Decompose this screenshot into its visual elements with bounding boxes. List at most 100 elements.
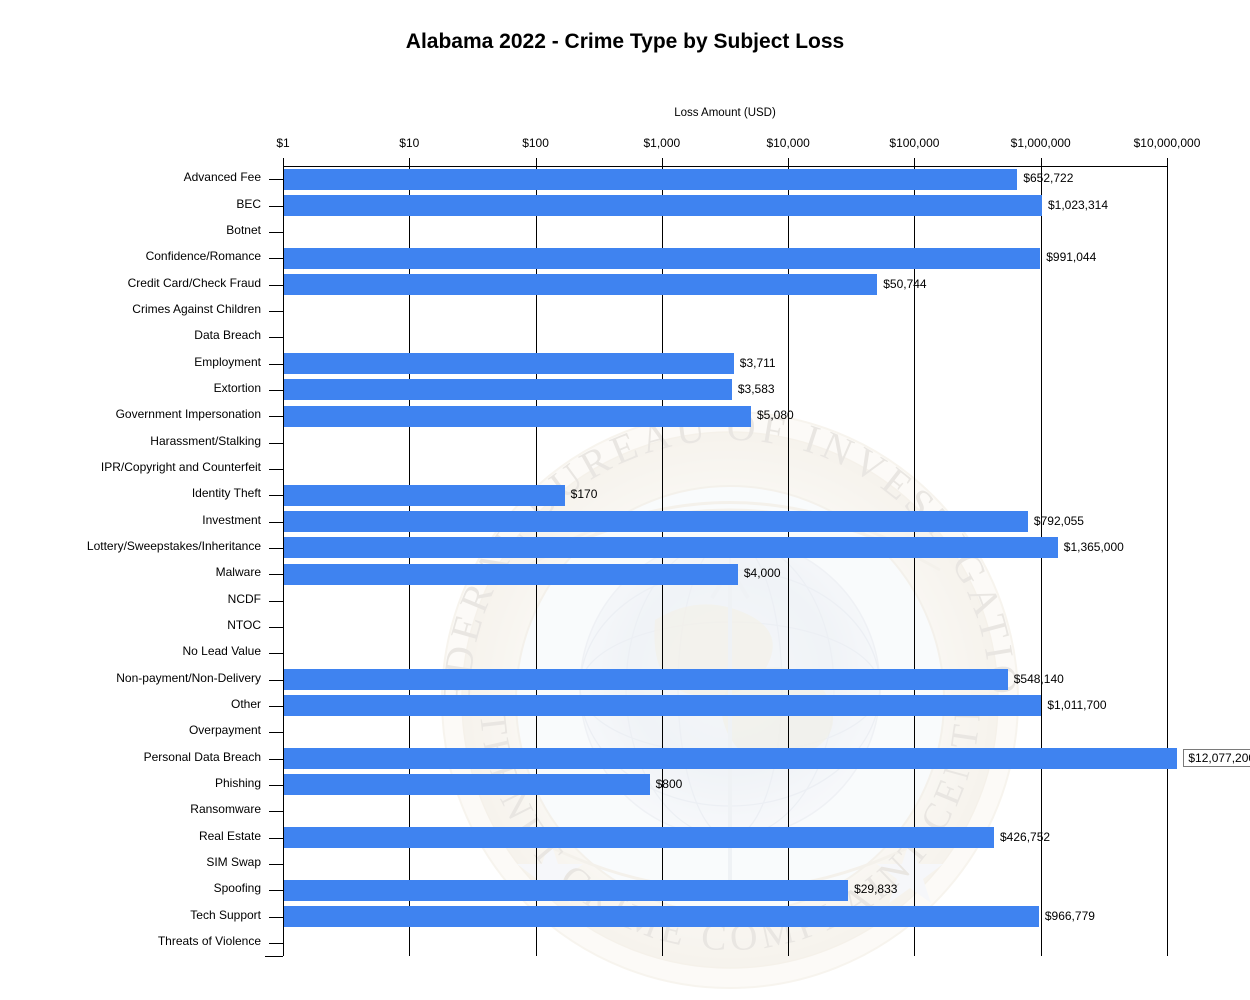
y-tick-mark xyxy=(269,837,283,839)
bar[interactable] xyxy=(283,827,994,848)
x-tick-mark xyxy=(1040,158,1042,166)
y-tick-label: Non-payment/Non-Delivery xyxy=(116,670,261,685)
bar[interactable] xyxy=(283,563,738,585)
y-tick-mark xyxy=(269,574,283,576)
bar[interactable] xyxy=(283,695,1042,717)
bar[interactable] xyxy=(283,168,1018,190)
y-tick-label: Tech Support xyxy=(190,907,261,922)
y-tick-label: Overpayment xyxy=(188,723,261,738)
y-tick-label: Data Breach xyxy=(194,328,261,343)
bar-value-label: $1,011,700 xyxy=(1047,697,1107,712)
bar[interactable] xyxy=(283,247,1041,269)
y-tick-mark xyxy=(269,811,283,813)
x-tick-label: $10,000,000 xyxy=(1133,136,1201,150)
y-tick-label: Malware xyxy=(215,565,261,580)
y-tick-label: Investment xyxy=(202,512,261,527)
y-tick-mark xyxy=(269,231,283,233)
y-tick-label: Personal Data Breach xyxy=(143,749,261,764)
y-tick-mark xyxy=(269,284,283,286)
bar-value-label: $652,722 xyxy=(1023,171,1074,186)
bar[interactable] xyxy=(283,774,650,796)
bar-value-label: $991,044 xyxy=(1046,250,1097,265)
bar-value-label: $4,000 xyxy=(743,566,781,581)
y-tick-mark xyxy=(269,758,283,760)
bar-value-label: $966,779 xyxy=(1044,908,1095,923)
y-tick-label: NCDF xyxy=(227,591,261,606)
plot-top-border xyxy=(283,166,1167,167)
x-tick-label: $1 xyxy=(276,136,290,150)
y-tick-label: Confidence/Romance xyxy=(145,249,261,264)
y-tick-mark xyxy=(269,363,283,365)
bar[interactable] xyxy=(283,379,732,401)
bar-value-label: $12,077,200 xyxy=(1183,748,1250,767)
x-tick-label: $1,000 xyxy=(643,136,681,150)
crime-loss-bar-chart: Alabama 2022 - Crime Type by Subject Los… xyxy=(0,0,1250,1000)
y-tick-mark xyxy=(269,863,283,865)
x-tick-label: $10 xyxy=(399,136,420,150)
bar[interactable] xyxy=(283,511,1028,532)
plot-area: $652,722 $1,023,314 $991,044 $50,744 $3,711 $… xyxy=(283,166,1250,956)
bar[interactable] xyxy=(283,484,565,506)
y-tick-mark xyxy=(269,547,283,549)
y-tick-mark xyxy=(269,310,283,312)
y-tick-label: No Lead Value xyxy=(182,644,261,659)
bar[interactable] xyxy=(283,274,878,295)
x-tick-label: $1,000,000 xyxy=(1010,136,1071,150)
bar[interactable] xyxy=(283,195,1042,216)
chart-title: Alabama 2022 - Crime Type by Subject Los… xyxy=(405,30,845,53)
y-tick-label: Extortion xyxy=(213,380,261,395)
y-tick-mark xyxy=(269,653,283,655)
y-tick-label: Phishing xyxy=(214,775,261,790)
y-tick-mark xyxy=(269,416,283,418)
y-tick-label: Real Estate xyxy=(198,828,261,843)
y-tick-mark xyxy=(269,942,283,944)
bar[interactable] xyxy=(283,748,1178,769)
bar[interactable] xyxy=(283,537,1058,559)
x-axis-title: Loss Amount (USD) xyxy=(674,107,776,119)
bar-value-label: $5,080 xyxy=(756,408,794,423)
bar[interactable] xyxy=(283,405,751,427)
bar[interactable] xyxy=(283,353,734,374)
y-tick-mark xyxy=(269,600,283,602)
y-tick-mark xyxy=(269,495,283,497)
y-tick-mark xyxy=(269,442,283,444)
bar[interactable] xyxy=(283,669,1008,690)
y-tick-label: Spoofing xyxy=(213,881,261,896)
gridline xyxy=(1167,166,1168,956)
bar-value-label: $426,752 xyxy=(1000,829,1051,844)
y-tick-label: Employment xyxy=(194,354,261,369)
y-tick-mark xyxy=(269,337,283,339)
x-tick-label: $100,000 xyxy=(889,136,940,150)
bar-value-label: $1,023,314 xyxy=(1047,197,1109,212)
x-tick-mark xyxy=(788,158,790,166)
y-tick-mark xyxy=(269,389,283,391)
y-tick-label: SIM Swap xyxy=(206,854,261,869)
bar[interactable] xyxy=(283,906,1039,927)
bar-value-label: $3,583 xyxy=(737,381,775,396)
y-tick-label: Ransomware xyxy=(190,802,261,817)
y-axis-line xyxy=(283,166,284,956)
y-tick-label: Crimes Against Children xyxy=(132,301,261,316)
x-tick-mark xyxy=(409,158,411,166)
bar-value-label: $1,365,000 xyxy=(1063,539,1124,554)
bar-value-label: $29,833 xyxy=(854,882,898,897)
y-tick-mark xyxy=(269,890,283,892)
y-tick-mark xyxy=(269,732,283,734)
x-tick-mark xyxy=(914,158,916,166)
x-tick-mark xyxy=(535,158,537,166)
y-tick-label: Identity Theft xyxy=(191,486,261,501)
bar[interactable] xyxy=(283,879,849,901)
y-tick-mark xyxy=(269,784,283,786)
y-axis-bottom-cap xyxy=(265,956,283,957)
y-tick-mark xyxy=(269,705,283,707)
bar-value-label: $170 xyxy=(570,487,598,502)
y-tick-mark xyxy=(269,916,283,918)
y-tick-label: Harassment/Stalking xyxy=(150,433,261,448)
y-tick-label: BEC xyxy=(236,196,261,211)
y-tick-mark xyxy=(269,626,283,628)
bar-value-label: $50,744 xyxy=(883,276,927,291)
y-tick-mark xyxy=(269,521,283,523)
y-tick-label: Government Impersonation xyxy=(115,407,261,422)
y-tick-label: Botnet xyxy=(226,222,261,237)
bar-value-label: $3,711 xyxy=(739,355,776,370)
